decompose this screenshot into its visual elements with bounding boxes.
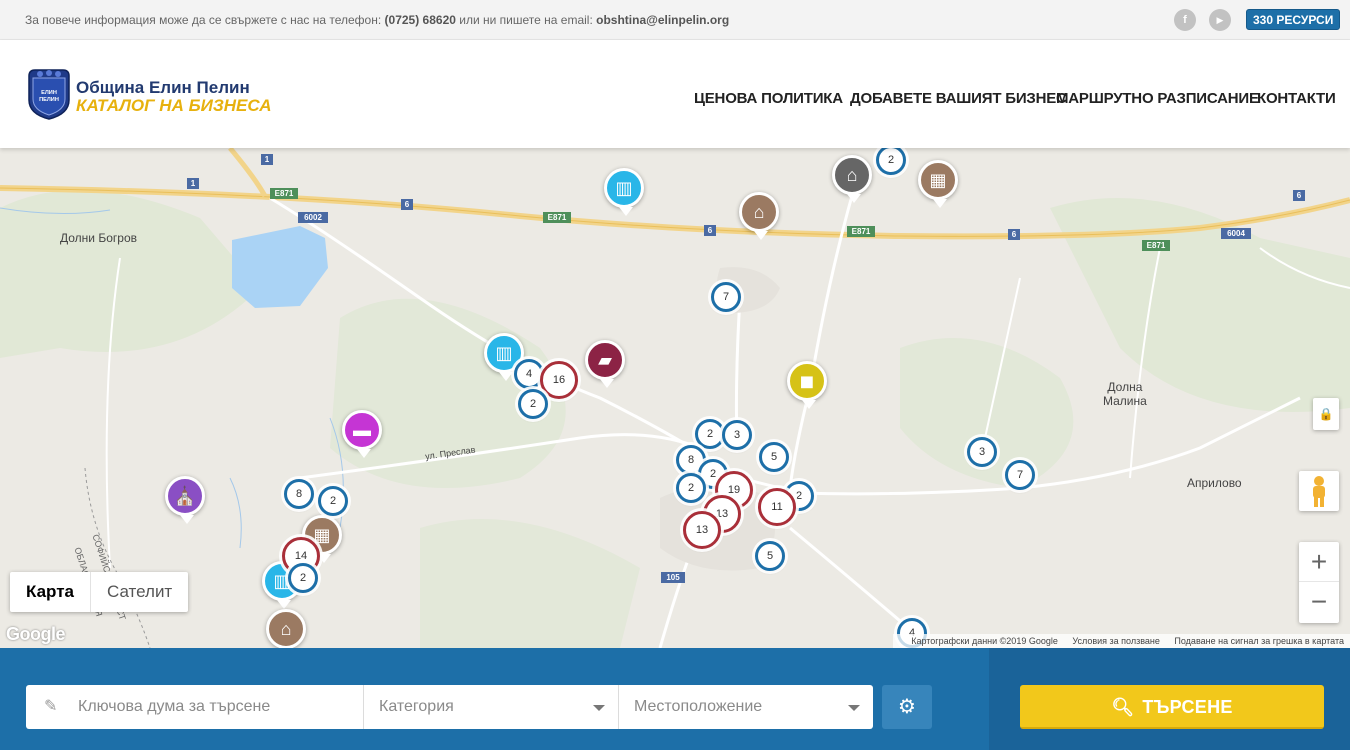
svg-text:ПЕЛИН: ПЕЛИН (39, 97, 59, 103)
contact-phone[interactable]: (0725) 68620 (385, 13, 456, 27)
factory-pin-icon[interactable]: ▥ (604, 168, 644, 216)
marker-cluster[interactable]: 13 (683, 511, 721, 549)
marker-cluster[interactable]: 4 (514, 359, 544, 389)
warehouse-pin-icon[interactable]: ⌂ (266, 609, 306, 648)
search-button[interactable]: 🔍︎ ТЪРСЕНЕ (1020, 685, 1324, 729)
warehouse-pin-icon[interactable]: ⌂ (739, 192, 779, 240)
truck-pin-icon[interactable]: ▰ (585, 340, 625, 388)
marker-cluster[interactable]: 2 (288, 563, 318, 593)
facebook-icon[interactable]: f (1174, 9, 1196, 31)
marker-cluster[interactable]: 7 (1005, 460, 1035, 490)
report-error-link[interactable]: Подаване на сигнал за грешка в картата (1174, 636, 1344, 646)
place-dolni-bogrov: Долни Богров (60, 231, 137, 245)
contact-email[interactable]: obshtina@elinpelin.org (596, 13, 729, 27)
map-data-credit: Картографски данни ©2019 Google (911, 636, 1058, 646)
place-dolna-malina: Долна Малина (1103, 380, 1147, 408)
home-pin-icon[interactable]: ⌂ (832, 155, 872, 203)
zoom-in-button[interactable]: + (1299, 542, 1339, 582)
nav-add-business[interactable]: ДОБАВЕТЕ ВАШИЯТ БИЗНЕС (850, 90, 1067, 107)
resources-badge[interactable]: 330 РЕСУРСИ (1246, 9, 1341, 30)
terms-link[interactable]: Условия за ползване (1072, 636, 1160, 646)
road-label: 1 (191, 179, 196, 188)
marker-cluster[interactable]: 5 (759, 442, 789, 472)
road-label: E871 (1147, 241, 1166, 250)
logo-subtitle[interactable]: КАТАЛОГ НА БИЗНЕСА (76, 96, 272, 116)
road-label: 6 (708, 226, 713, 235)
contact-info-text: За повече информация може да се свържете… (25, 13, 382, 27)
nav-route-schedule[interactable]: МАРШРУТНО РАЗПИСАНИЕ (1056, 90, 1259, 107)
marker-cluster[interactable]: 3 (967, 437, 997, 467)
nav-pricing[interactable]: ЦЕНОВА ПОЛИТИКА (694, 90, 843, 107)
marker-cluster[interactable]: 2 (518, 389, 548, 419)
road-label: E871 (548, 213, 567, 222)
road-label: E871 (852, 227, 871, 236)
street-view-pegman-icon[interactable] (1299, 471, 1339, 511)
place-aprilovo: Априлово (1187, 476, 1242, 490)
search-fields: ✎ Ключова дума за търсене Категория Мест… (26, 685, 873, 729)
search-button-label: ТЪРСЕНЕ (1142, 697, 1233, 717)
map-type-map-button[interactable]: Карта (10, 572, 91, 612)
top-info-bar: За повече информация може да се свържете… (0, 0, 1350, 40)
youtube-icon[interactable]: ▶ (1209, 9, 1231, 31)
search-bar: ✎ Ключова дума за търсене Категория Мест… (0, 648, 1350, 750)
keyword-search-input[interactable]: Ключова дума за търсене (78, 685, 270, 729)
map-attribution: Картографски данни ©2019 Google Условия … (893, 634, 1350, 648)
hotel-bed-pin-icon[interactable]: ▬ (342, 410, 382, 458)
pencil-icon: ✎ (44, 698, 58, 715)
road-label: 6 (1297, 191, 1302, 200)
svg-text:ЕЛИН: ЕЛИН (41, 90, 57, 96)
field-divider (618, 685, 619, 729)
contact-info: За повече информация може да се свържете… (25, 13, 729, 27)
marker-cluster[interactable]: 16 (540, 361, 578, 399)
zoom-control: + − (1299, 542, 1339, 623)
municipality-crest-logo[interactable]: ЕЛИН ПЕЛИН (26, 68, 72, 120)
road-label: E871 (275, 189, 294, 198)
marker-cluster[interactable]: 3 (722, 420, 752, 450)
road-label: 6004 (1227, 229, 1245, 238)
shopping-bag-pin-icon[interactable]: ◼ (787, 361, 827, 409)
brick-pin-icon[interactable]: ▦ (918, 160, 958, 208)
location-dropdown-icon[interactable] (848, 705, 860, 711)
marker-cluster[interactable]: 8 (284, 479, 314, 509)
nav-contacts[interactable]: КОНТАКТИ (1257, 90, 1336, 107)
site-header: ЕЛИН ПЕЛИН Община Елин Пелин КАТАЛОГ НА … (0, 40, 1350, 148)
zoom-out-button[interactable]: − (1299, 582, 1339, 622)
road-label: 1 (265, 155, 270, 164)
church-pin-icon[interactable]: ⛪ (165, 476, 205, 524)
road-shields: 1 1 E871 6002 6 E871 6 E871 6 E871 6004 … (187, 154, 1305, 583)
map-type-control: Карта Сателит (10, 572, 189, 612)
business-map[interactable]: 1 1 E871 6002 6 E871 6 E871 6 E871 6004 … (0, 148, 1350, 648)
marker-cluster[interactable]: 2 (695, 419, 725, 449)
category-select[interactable]: Категория (379, 685, 454, 729)
marker-cluster[interactable]: 5 (755, 541, 785, 571)
search-icon: 🔍︎ (1111, 697, 1135, 717)
marker-cluster[interactable]: 11 (758, 488, 796, 526)
marker-cluster[interactable]: 7 (711, 282, 741, 312)
road-label: 6 (1012, 230, 1017, 239)
google-logo[interactable]: Google (6, 624, 66, 645)
field-divider (363, 685, 364, 729)
category-dropdown-icon[interactable] (593, 705, 605, 711)
road-label: 6 (405, 200, 410, 209)
marker-cluster[interactable]: 2 (676, 473, 706, 503)
contact-or-text: или ни пишете на email: (459, 13, 593, 27)
road-label: 105 (666, 573, 680, 582)
advanced-settings-gear-button[interactable]: ⚙ (882, 685, 932, 729)
marker-cluster[interactable]: 2 (318, 486, 348, 516)
road-label: 6002 (304, 213, 322, 222)
logo-title[interactable]: Община Елин Пелин (76, 78, 250, 98)
location-select[interactable]: Местоположение (634, 685, 762, 729)
map-type-satellite-button[interactable]: Сателит (91, 572, 188, 612)
lock-icon[interactable]: 🔒 (1313, 398, 1339, 430)
